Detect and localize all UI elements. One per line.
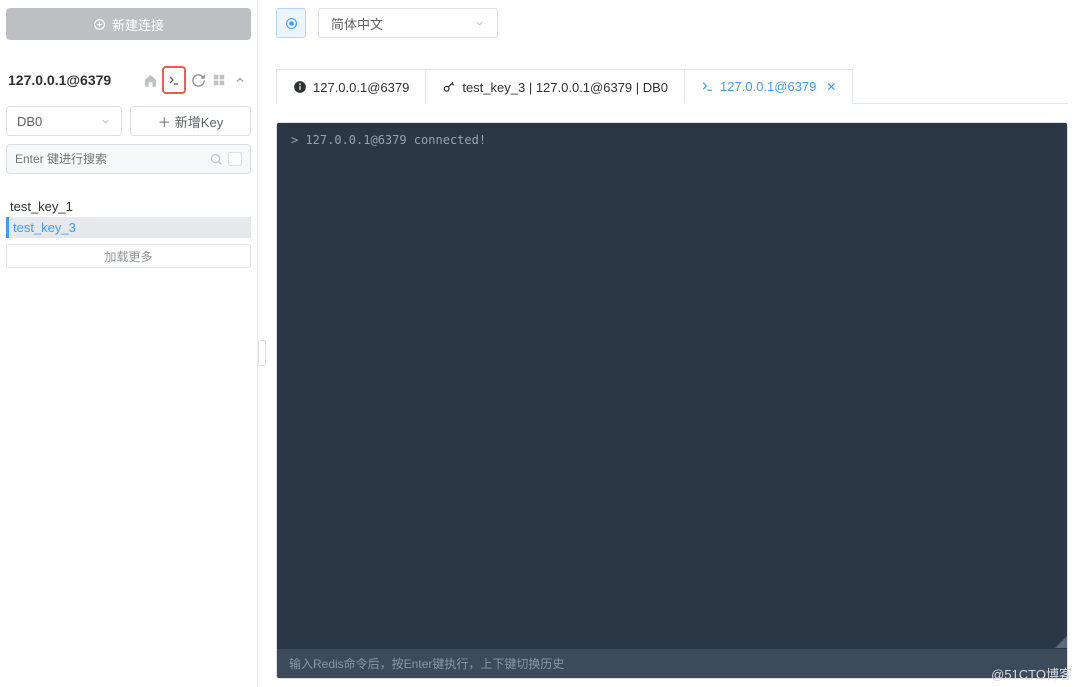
tab-bar: 127.0.0.1@6379 test_key_3 | 127.0.0.1@63… bbox=[276, 68, 1068, 104]
refresh-icon[interactable] bbox=[189, 71, 207, 89]
home-icon[interactable] bbox=[141, 71, 159, 89]
tab-label: test_key_3 | 127.0.0.1@6379 | DB0 bbox=[462, 80, 668, 95]
watermark: @51CTO博客 bbox=[991, 664, 1072, 683]
plus-icon: ＋ bbox=[158, 112, 171, 131]
close-icon[interactable]: ✕ bbox=[826, 80, 836, 94]
grid-icon[interactable] bbox=[210, 71, 228, 89]
chevron-down-icon bbox=[474, 18, 485, 29]
key-list: test_key_1 test_key_3 bbox=[6, 196, 251, 238]
search-icon[interactable] bbox=[209, 152, 224, 167]
console-panel: > 127.0.0.1@6379 connected! bbox=[276, 122, 1068, 679]
search-input[interactable] bbox=[15, 152, 209, 166]
tab-label: 127.0.0.1@6379 bbox=[720, 79, 816, 94]
connection-title: 127.0.0.1@6379 bbox=[8, 72, 139, 88]
tab-label: 127.0.0.1@6379 bbox=[313, 80, 409, 95]
language-select[interactable]: 简体中文 bbox=[318, 8, 498, 38]
load-more-button[interactable]: 加载更多 bbox=[6, 244, 251, 268]
add-key-button[interactable]: ＋ 新增Key bbox=[130, 106, 251, 136]
sidebar: 新建连接 127.0.0.1@6379 bbox=[0, 0, 258, 687]
tab-info[interactable]: 127.0.0.1@6379 bbox=[276, 69, 426, 104]
console-icon-highlighted[interactable] bbox=[162, 66, 186, 94]
plus-circle-icon bbox=[93, 18, 106, 31]
key-icon bbox=[442, 80, 456, 94]
connection-header: 127.0.0.1@6379 bbox=[6, 66, 251, 94]
fuzzy-search-checkbox[interactable] bbox=[228, 152, 242, 166]
view-toggle-radio[interactable] bbox=[276, 8, 306, 38]
resize-corner-icon[interactable] bbox=[1055, 636, 1067, 648]
chevron-up-icon[interactable] bbox=[231, 71, 249, 89]
new-connection-button[interactable]: 新建连接 bbox=[6, 8, 251, 40]
key-item[interactable]: test_key_1 bbox=[6, 196, 251, 217]
info-icon bbox=[293, 80, 307, 94]
db-select[interactable]: DB0 bbox=[6, 106, 122, 136]
add-key-label: 新增Key bbox=[175, 112, 223, 131]
console-icon bbox=[701, 80, 714, 93]
key-item[interactable]: test_key_3 bbox=[6, 217, 251, 238]
main-area: 简体中文 127.0.0.1@6379 test_key_3 | 127.0.0… bbox=[258, 0, 1080, 687]
language-selected-label: 简体中文 bbox=[331, 14, 383, 33]
chevron-down-icon bbox=[100, 116, 111, 127]
tab-key[interactable]: test_key_3 | 127.0.0.1@6379 | DB0 bbox=[425, 69, 685, 104]
console-input[interactable] bbox=[289, 657, 1055, 671]
console-output[interactable]: > 127.0.0.1@6379 connected! bbox=[277, 123, 1067, 648]
search-box[interactable] bbox=[6, 144, 251, 174]
db-selected-label: DB0 bbox=[17, 114, 42, 129]
console-line: > 127.0.0.1@6379 connected! bbox=[291, 133, 1053, 147]
resize-handle[interactable] bbox=[258, 340, 266, 366]
new-connection-label: 新建连接 bbox=[112, 15, 164, 34]
tab-console[interactable]: 127.0.0.1@6379 ✕ bbox=[684, 69, 853, 104]
